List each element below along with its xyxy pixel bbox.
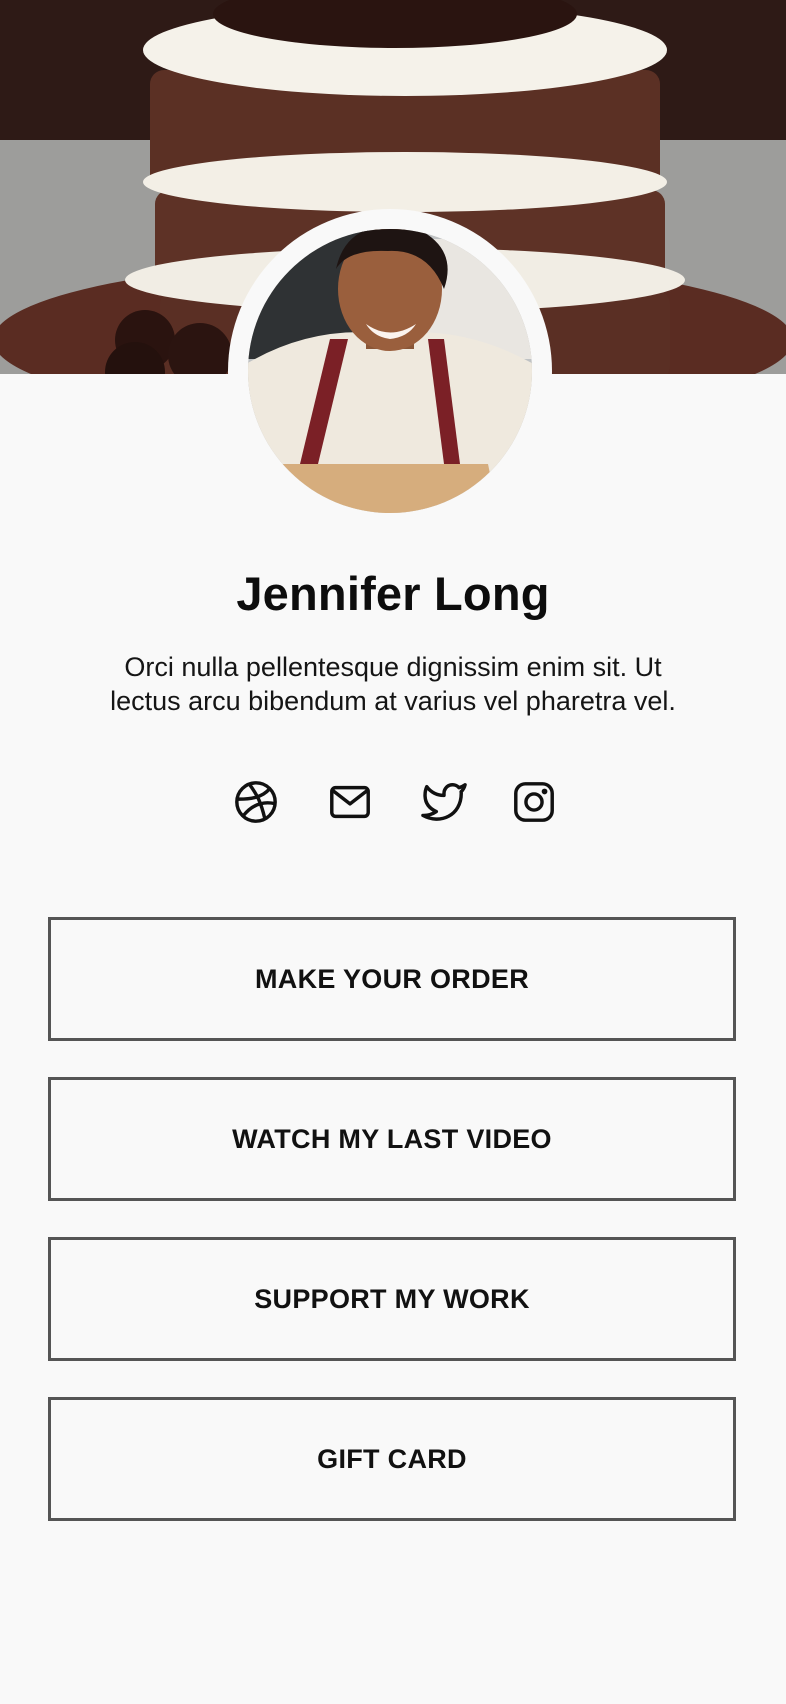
watch-video-button[interactable]: WATCH MY LAST VIDEO — [48, 1077, 736, 1201]
email-link[interactable] — [326, 778, 374, 826]
instagram-icon — [514, 782, 554, 822]
avatar-photo — [248, 229, 532, 513]
dribbble-link[interactable] — [232, 778, 280, 826]
dribbble-icon — [235, 781, 277, 823]
profile-bio: Orci nulla pellentesque dignissim enim s… — [110, 652, 676, 716]
social-links — [0, 778, 786, 826]
profile-name: Jennifer Long — [236, 567, 550, 620]
avatar — [248, 229, 532, 513]
instagram-link[interactable] — [510, 778, 558, 826]
mail-icon — [330, 785, 370, 819]
support-work-button[interactable]: SUPPORT MY WORK — [48, 1237, 736, 1361]
make-order-button[interactable]: MAKE YOUR ORDER — [48, 917, 736, 1041]
gift-card-button[interactable]: GIFT CARD — [48, 1397, 736, 1521]
twitter-link[interactable] — [420, 778, 468, 826]
twitter-icon — [421, 783, 467, 821]
